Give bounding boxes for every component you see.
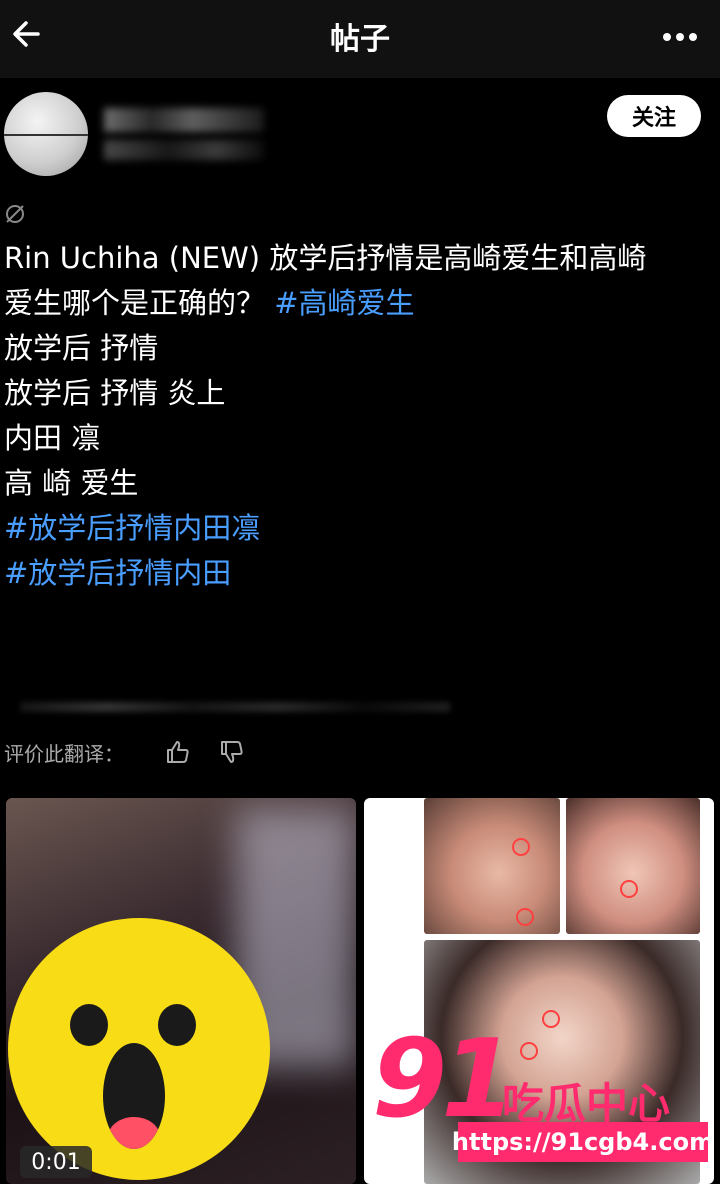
top-bar: 帖子 [0,0,720,78]
post-text-segment: 放学后 抒情 [4,331,159,365]
hashtag-link[interactable]: #高崎爱生 [274,286,414,320]
watermark: 91 吃瓜中心 https://91cgb4.com [372,1017,714,1176]
video-thumbnail[interactable] [6,798,356,1184]
watermark-url: https://91cgb4.com [452,1122,714,1162]
post-line: #放学后抒情内田 [4,551,716,596]
rate-translation-label: 评价此翻译： [4,742,124,766]
post-line: #放学后抒情内田凛 [4,506,716,551]
hashtag-link[interactable]: #放学后抒情内田 [4,556,231,590]
post-text-segment: Rin Uchiha (NEW) 放学后抒情是高崎爱生和高崎 [4,241,647,275]
post-text-segment: 放学后 抒情 炎上 [4,376,226,410]
thumbs-up-icon[interactable] [164,738,192,766]
post-text: Rin Uchiha (NEW) 放学后抒情是高崎爱生和高崎爱生哪个是正确的？ … [4,236,716,596]
post-line: 爱生哪个是正确的？ #高崎爱生 [4,281,716,326]
author-handle-redacted [104,140,264,160]
photo-face-2 [566,798,700,934]
globe-icon [6,205,24,223]
redacted-line [20,702,450,712]
post-line: 高 崎 爱生 [4,461,716,506]
post-text-segment: 内田 凛 [4,421,101,455]
thumbs-down-icon[interactable] [218,738,246,766]
post-line: 放学后 抒情 [4,326,716,371]
post-text-segment: 高 崎 爱生 [4,466,139,500]
avatar[interactable] [4,92,88,176]
more-horizontal-icon[interactable] [662,32,698,42]
shocked-emoji-icon [8,918,270,1180]
photo-face-1 [424,798,560,934]
hashtag-link[interactable]: #放学后抒情内田凛 [4,511,260,545]
post-text-segment: 爱生哪个是正确的？ [4,286,275,320]
post-line: 放学后 抒情 炎上 [4,371,716,416]
author-name-redacted[interactable] [104,108,264,132]
post-line: Rin Uchiha (NEW) 放学后抒情是高崎爱生和高崎 [4,236,716,281]
page-title: 帖子 [330,22,390,57]
video-duration: 0:01 [20,1146,92,1178]
post-line: 内田 凛 [4,416,716,461]
follow-button[interactable]: 关注 [607,95,701,137]
watermark-number: 91 [372,1017,516,1142]
